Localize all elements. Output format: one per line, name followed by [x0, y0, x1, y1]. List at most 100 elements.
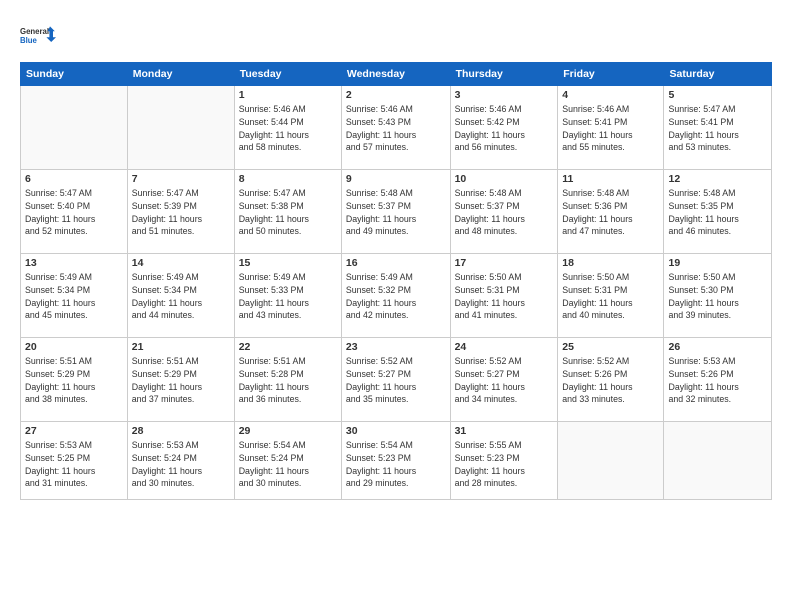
day-number: 14: [132, 257, 230, 269]
calendar-cell: 26 Sunrise: 5:53 AMSunset: 5:26 PMDayligh…: [664, 338, 772, 422]
calendar-cell: 29 Sunrise: 5:54 AMSunset: 5:24 PMDayligh…: [234, 422, 341, 500]
day-info: Sunrise: 5:46 AMSunset: 5:41 PMDaylight:…: [562, 103, 659, 154]
day-number: 22: [239, 341, 337, 353]
calendar-week-row: 27 Sunrise: 5:53 AMSunset: 5:25 PMDayligh…: [21, 422, 772, 500]
day-number: 23: [346, 341, 446, 353]
day-number: 9: [346, 173, 446, 185]
weekday-header: Saturday: [664, 63, 772, 86]
calendar-cell: 9 Sunrise: 5:48 AMSunset: 5:37 PMDaylight…: [341, 170, 450, 254]
calendar-cell: 17 Sunrise: 5:50 AMSunset: 5:31 PMDayligh…: [450, 254, 558, 338]
calendar-week-row: 20Sunrise: 5:51 AMSunset: 5:29 PMDayligh…: [21, 338, 772, 422]
day-info: Sunrise: 5:47 AMSunset: 5:38 PMDaylight:…: [239, 187, 337, 238]
calendar-cell: 23 Sunrise: 5:52 AMSunset: 5:27 PMDayligh…: [341, 338, 450, 422]
day-number: 3: [455, 89, 554, 101]
calendar-cell: 12 Sunrise: 5:48 AMSunset: 5:35 PMDayligh…: [664, 170, 772, 254]
day-number: 17: [455, 257, 554, 269]
calendar-cell: 25 Sunrise: 5:52 AMSunset: 5:26 PMDayligh…: [558, 338, 664, 422]
calendar-cell: [664, 422, 772, 500]
day-info: Sunrise: 5:53 AMSunset: 5:25 PMDaylight:…: [25, 439, 123, 490]
calendar-table: SundayMondayTuesdayWednesdayThursdayFrid…: [20, 62, 772, 500]
calendar-cell: 3 Sunrise: 5:46 AMSunset: 5:42 PMDaylight…: [450, 86, 558, 170]
day-number: 30: [346, 425, 446, 437]
day-number: 29: [239, 425, 337, 437]
calendar-week-row: 13 Sunrise: 5:49 AMSunset: 5:34 PMDayligh…: [21, 254, 772, 338]
day-info: Sunrise: 5:49 AMSunset: 5:33 PMDaylight:…: [239, 271, 337, 322]
day-number: 16: [346, 257, 446, 269]
calendar-cell: 31Sunrise: 5:55 AMSunset: 5:23 PMDayligh…: [450, 422, 558, 500]
weekday-header: Monday: [127, 63, 234, 86]
day-info: Sunrise: 5:48 AMSunset: 5:37 PMDaylight:…: [346, 187, 446, 238]
calendar-cell: 7 Sunrise: 5:47 AMSunset: 5:39 PMDaylight…: [127, 170, 234, 254]
svg-text:Blue: Blue: [20, 36, 38, 45]
calendar-cell: 15 Sunrise: 5:49 AMSunset: 5:33 PMDayligh…: [234, 254, 341, 338]
calendar-cell: 2 Sunrise: 5:46 AMSunset: 5:43 PMDaylight…: [341, 86, 450, 170]
day-number: 7: [132, 173, 230, 185]
day-info: Sunrise: 5:53 AMSunset: 5:24 PMDaylight:…: [132, 439, 230, 490]
day-number: 13: [25, 257, 123, 269]
svg-text:General: General: [20, 27, 49, 36]
day-info: Sunrise: 5:49 AMSunset: 5:34 PMDaylight:…: [25, 271, 123, 322]
weekday-header: Thursday: [450, 63, 558, 86]
day-number: 4: [562, 89, 659, 101]
calendar-cell: 19Sunrise: 5:50 AMSunset: 5:30 PMDayligh…: [664, 254, 772, 338]
calendar-cell: 27 Sunrise: 5:53 AMSunset: 5:25 PMDayligh…: [21, 422, 128, 500]
logo: General Blue: [20, 18, 56, 54]
day-info: Sunrise: 5:51 AMSunset: 5:29 PMDaylight:…: [132, 355, 230, 406]
calendar-cell: 11 Sunrise: 5:48 AMSunset: 5:36 PMDayligh…: [558, 170, 664, 254]
day-number: 24: [455, 341, 554, 353]
day-info: Sunrise: 5:54 AMSunset: 5:24 PMDaylight:…: [239, 439, 337, 490]
calendar-cell: 21 Sunrise: 5:51 AMSunset: 5:29 PMDayligh…: [127, 338, 234, 422]
calendar-cell: 1 Sunrise: 5:46 AMSunset: 5:44 PMDaylight…: [234, 86, 341, 170]
calendar-cell: 6Sunrise: 5:47 AMSunset: 5:40 PMDaylight…: [21, 170, 128, 254]
calendar-cell: 13 Sunrise: 5:49 AMSunset: 5:34 PMDayligh…: [21, 254, 128, 338]
header: General Blue: [20, 18, 772, 54]
calendar-cell: 16 Sunrise: 5:49 AMSunset: 5:32 PMDayligh…: [341, 254, 450, 338]
calendar-cell: 28 Sunrise: 5:53 AMSunset: 5:24 PMDayligh…: [127, 422, 234, 500]
day-info: Sunrise: 5:46 AMSunset: 5:43 PMDaylight:…: [346, 103, 446, 154]
calendar-cell: [127, 86, 234, 170]
day-info: Sunrise: 5:47 AMSunset: 5:40 PMDaylight:…: [25, 187, 123, 238]
weekday-header: Sunday: [21, 63, 128, 86]
day-number: 8: [239, 173, 337, 185]
day-info: Sunrise: 5:47 AMSunset: 5:39 PMDaylight:…: [132, 187, 230, 238]
calendar-cell: 18Sunrise: 5:50 AMSunset: 5:31 PMDayligh…: [558, 254, 664, 338]
day-info: Sunrise: 5:52 AMSunset: 5:26 PMDaylight:…: [562, 355, 659, 406]
calendar-cell: [21, 86, 128, 170]
day-info: Sunrise: 5:53 AMSunset: 5:26 PMDaylight:…: [668, 355, 767, 406]
day-number: 2: [346, 89, 446, 101]
calendar-cell: 8 Sunrise: 5:47 AMSunset: 5:38 PMDaylight…: [234, 170, 341, 254]
logo-svg: General Blue: [20, 18, 56, 54]
day-number: 11: [562, 173, 659, 185]
day-number: 12: [668, 173, 767, 185]
calendar-cell: 22 Sunrise: 5:51 AMSunset: 5:28 PMDayligh…: [234, 338, 341, 422]
day-number: 1: [239, 89, 337, 101]
day-info: Sunrise: 5:49 AMSunset: 5:32 PMDaylight:…: [346, 271, 446, 322]
calendar-cell: 20Sunrise: 5:51 AMSunset: 5:29 PMDayligh…: [21, 338, 128, 422]
day-number: 10: [455, 173, 554, 185]
day-info: Sunrise: 5:52 AMSunset: 5:27 PMDaylight:…: [346, 355, 446, 406]
calendar-cell: 4 Sunrise: 5:46 AMSunset: 5:41 PMDaylight…: [558, 86, 664, 170]
day-number: 26: [668, 341, 767, 353]
day-number: 27: [25, 425, 123, 437]
day-number: 25: [562, 341, 659, 353]
day-info: Sunrise: 5:50 AMSunset: 5:31 PMDaylight:…: [455, 271, 554, 322]
day-info: Sunrise: 5:48 AMSunset: 5:35 PMDaylight:…: [668, 187, 767, 238]
day-number: 21: [132, 341, 230, 353]
day-info: Sunrise: 5:52 AMSunset: 5:27 PMDaylight:…: [455, 355, 554, 406]
day-number: 15: [239, 257, 337, 269]
calendar-cell: 5 Sunrise: 5:47 AMSunset: 5:41 PMDaylight…: [664, 86, 772, 170]
day-info: Sunrise: 5:48 AMSunset: 5:37 PMDaylight:…: [455, 187, 554, 238]
page: General Blue SundayMondayTuesdayWednesda…: [0, 0, 792, 612]
calendar-cell: 14Sunrise: 5:49 AMSunset: 5:34 PMDayligh…: [127, 254, 234, 338]
calendar-cell: [558, 422, 664, 500]
day-number: 5: [668, 89, 767, 101]
calendar-cell: 24 Sunrise: 5:52 AMSunset: 5:27 PMDayligh…: [450, 338, 558, 422]
day-info: Sunrise: 5:47 AMSunset: 5:41 PMDaylight:…: [668, 103, 767, 154]
day-info: Sunrise: 5:51 AMSunset: 5:28 PMDaylight:…: [239, 355, 337, 406]
calendar-cell: 30Sunrise: 5:54 AMSunset: 5:23 PMDayligh…: [341, 422, 450, 500]
day-info: Sunrise: 5:46 AMSunset: 5:44 PMDaylight:…: [239, 103, 337, 154]
day-info: Sunrise: 5:50 AMSunset: 5:30 PMDaylight:…: [668, 271, 767, 322]
day-info: Sunrise: 5:46 AMSunset: 5:42 PMDaylight:…: [455, 103, 554, 154]
day-number: 28: [132, 425, 230, 437]
day-info: Sunrise: 5:48 AMSunset: 5:36 PMDaylight:…: [562, 187, 659, 238]
